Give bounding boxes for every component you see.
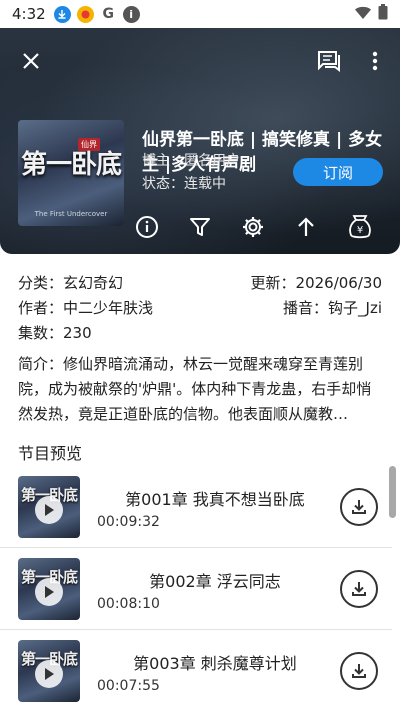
episode-title: 第003章 刺杀魔尊计划 [133,654,297,673]
money-bag-icon[interactable]: ¥ [345,212,375,242]
summary-text[interactable]: 简介：修仙界暗流涌动，林云一觉醒来魂穿至青莲别院，成为被献祭的'炉鼎'。体内种下… [18,352,382,427]
show-header: 仙界 第一卧底 The First Undercover 仙界第一卧底 | 搞笑… [0,28,400,254]
state-text: 状态：连载中 [142,176,226,192]
app-icon [76,5,94,23]
blogger-text: 博主：匿名用户 [142,153,240,169]
episode-thumbnail: 第一卧底 [18,558,80,620]
scrollbar-thumb[interactable] [389,466,396,518]
arrow-up-icon[interactable] [291,212,321,242]
action-toolbar: ¥ [0,208,400,248]
scrollbar[interactable] [389,466,396,706]
episode-title: 第002章 浮云同志 [149,572,281,591]
episode-count-text: 集数：230 [18,324,92,342]
download-icon[interactable] [340,652,378,690]
more-vert-icon[interactable] [358,44,392,78]
subscribe-button[interactable]: 订阅 [293,158,383,186]
close-icon[interactable] [14,44,48,78]
play-icon[interactable] [35,660,63,688]
filter-icon[interactable] [185,212,215,242]
settings-icon[interactable] [238,212,268,242]
narrator-text: 播音：钩子_Jzi [283,299,382,317]
updated-text: 更新：2026/06/30 [250,274,382,292]
download-icon[interactable] [340,570,378,608]
episode-duration: 00:07:55 [97,678,160,694]
wifi-icon [354,5,372,24]
episode-thumbnail: 第一卧底 [18,476,80,538]
download-icon[interactable] [340,488,378,526]
episode-item[interactable]: 第一卧底 第003章 刺杀魔尊计划 00:07:55 [0,630,392,710]
cover-title: 第一卧底 [20,150,122,180]
episode-duration: 00:08:10 [97,596,160,612]
status-time: 4:32 [12,5,46,23]
info-icon[interactable] [132,212,162,242]
episode-title: 第001章 我真不想当卧底 [125,490,305,509]
play-icon[interactable] [35,578,63,606]
episode-duration: 00:09:32 [97,514,160,530]
play-icon[interactable] [35,496,63,524]
episode-thumbnail: 第一卧底 [18,640,80,702]
episode-item[interactable]: 第一卧底 第002章 浮云同志 00:08:10 [0,548,392,630]
google-icon: G [102,6,114,22]
episode-item[interactable]: 第一卧底 第001章 我真不想当卧底 00:09:32 [0,466,392,548]
status-bar: 4:32 G i [0,0,400,28]
svg-text:¥: ¥ [357,225,363,236]
comment-icon[interactable] [312,44,346,78]
preview-section-title: 节目预览 [18,444,83,463]
download-icon [53,5,71,23]
battery-icon [378,4,388,24]
info-icon: i [122,5,140,23]
